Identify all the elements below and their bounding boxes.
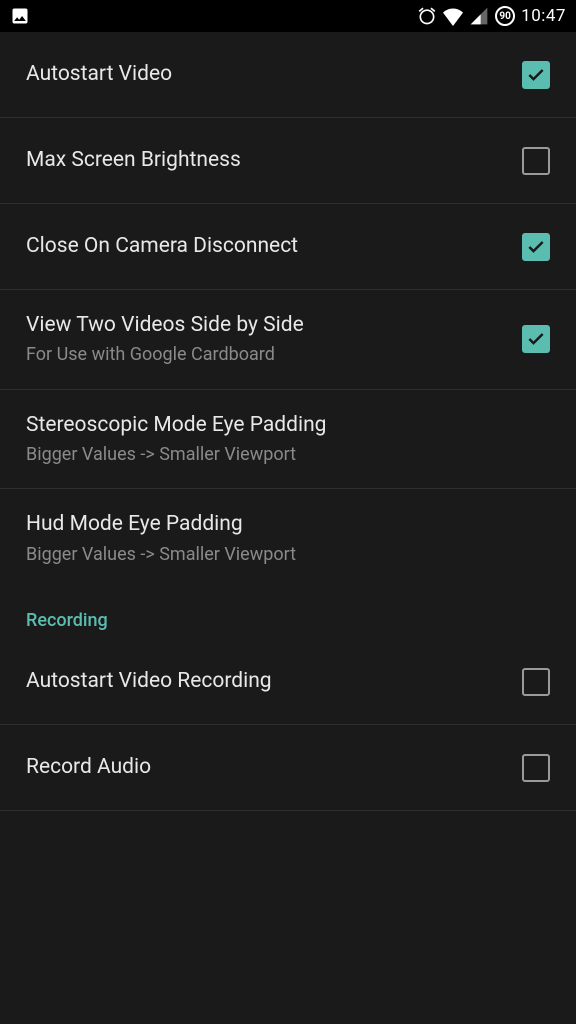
battery-badge-icon: 90 — [495, 6, 515, 26]
setting-texts: Max Screen Brightness — [26, 147, 522, 174]
check-icon — [526, 329, 546, 349]
status-bar-left — [10, 6, 30, 26]
image-icon — [10, 6, 30, 26]
setting-stereo-padding[interactable]: Stereoscopic Mode Eye Padding Bigger Val… — [0, 390, 576, 490]
checkbox-record-audio[interactable] — [522, 754, 550, 782]
setting-max-brightness[interactable]: Max Screen Brightness — [0, 118, 576, 204]
signal-icon — [469, 6, 489, 26]
checkbox-autostart-recording[interactable] — [522, 668, 550, 696]
status-bar-right: 90 10:47 — [417, 6, 566, 26]
check-icon — [526, 65, 546, 85]
settings-list: Autostart Video Max Screen Brightness Cl… — [0, 32, 576, 811]
battery-badge-text: 90 — [499, 11, 510, 22]
setting-subtitle: Bigger Values -> Smaller Viewport — [26, 543, 530, 566]
setting-title: Record Audio — [26, 754, 502, 781]
setting-title: Autostart Video — [26, 61, 502, 88]
checkbox-max-brightness[interactable] — [522, 147, 550, 175]
status-time: 10:47 — [521, 6, 566, 26]
checkbox-close-on-disconnect[interactable] — [522, 233, 550, 261]
wifi-icon — [443, 6, 463, 26]
setting-texts: View Two Videos Side by Side For Use wit… — [26, 312, 522, 367]
setting-texts: Record Audio — [26, 754, 522, 781]
alarm-icon — [417, 6, 437, 26]
checkbox-side-by-side[interactable] — [522, 325, 550, 353]
check-icon — [526, 237, 546, 257]
setting-record-audio[interactable]: Record Audio — [0, 725, 576, 811]
setting-autostart-recording[interactable]: Autostart Video Recording — [0, 639, 576, 725]
setting-title: Close On Camera Disconnect — [26, 233, 502, 260]
setting-close-on-disconnect[interactable]: Close On Camera Disconnect — [0, 204, 576, 290]
setting-texts: Hud Mode Eye Padding Bigger Values -> Sm… — [26, 511, 550, 566]
setting-autostart-video[interactable]: Autostart Video — [0, 32, 576, 118]
setting-texts: Autostart Video Recording — [26, 668, 522, 695]
setting-title: Autostart Video Recording — [26, 668, 502, 695]
setting-title: Hud Mode Eye Padding — [26, 511, 530, 538]
setting-title: Max Screen Brightness — [26, 147, 502, 174]
section-header-recording: Recording — [0, 588, 576, 639]
checkbox-autostart-video[interactable] — [522, 61, 550, 89]
status-bar: 90 10:47 — [0, 0, 576, 32]
setting-title: View Two Videos Side by Side — [26, 312, 502, 339]
setting-title: Stereoscopic Mode Eye Padding — [26, 412, 530, 439]
setting-side-by-side[interactable]: View Two Videos Side by Side For Use wit… — [0, 290, 576, 390]
setting-subtitle: Bigger Values -> Smaller Viewport — [26, 443, 530, 466]
setting-texts: Autostart Video — [26, 61, 522, 88]
setting-subtitle: For Use with Google Cardboard — [26, 343, 502, 366]
setting-texts: Close On Camera Disconnect — [26, 233, 522, 260]
setting-hud-padding[interactable]: Hud Mode Eye Padding Bigger Values -> Sm… — [0, 489, 576, 588]
setting-texts: Stereoscopic Mode Eye Padding Bigger Val… — [26, 412, 550, 467]
